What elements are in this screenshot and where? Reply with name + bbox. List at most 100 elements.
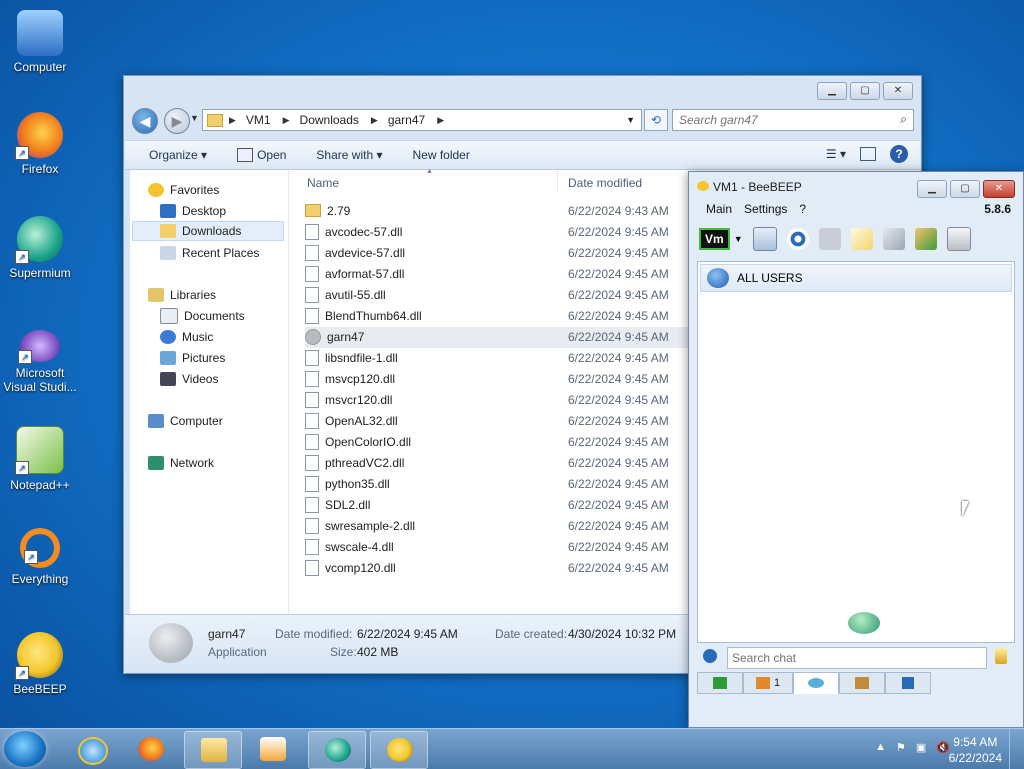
desktop-icon-supermium[interactable]: ↗ Supermium [2, 216, 78, 280]
tab-groups[interactable] [839, 672, 885, 694]
minimize-button[interactable]: ▁ [817, 82, 847, 100]
show-desktop-button[interactable] [1009, 729, 1024, 769]
clear-search-icon[interactable] [995, 648, 1007, 664]
open-button[interactable]: Open [237, 148, 286, 163]
view-options-icon[interactable]: ☰ ▾ [826, 147, 846, 161]
tools-icon[interactable] [882, 228, 905, 250]
menu-help[interactable]: ? [799, 202, 806, 216]
taskbar-media-player[interactable] [244, 731, 300, 767]
edit-note-icon[interactable] [850, 228, 873, 250]
breadcrumb-garn47[interactable]: garn47 [388, 113, 425, 127]
file-row[interactable]: OpenColorIO.dll 6/22/2024 9:45 AM [305, 432, 715, 453]
column-header-name[interactable]: Name [307, 176, 339, 190]
file-row[interactable]: msvcp120.dll 6/22/2024 9:45 AM [305, 369, 715, 390]
file-row-selected[interactable]: garn47 6/22/2024 9:45 AM [305, 327, 715, 348]
address-bar[interactable]: ▶ VM1 ▶ Downloads ▶ garn47 ▶ ▼ [202, 109, 642, 131]
column-divider[interactable] [557, 170, 558, 192]
desktop-icon-everything[interactable]: ↗ Everything [2, 528, 78, 586]
file-row[interactable]: SDL2.dll 6/22/2024 9:45 AM [305, 495, 715, 516]
tab-chats[interactable] [793, 672, 839, 694]
breadcrumb-vm1[interactable]: VM1 [246, 113, 271, 127]
organize-button[interactable]: Organize ▾ [149, 148, 207, 162]
tab-files[interactable] [885, 672, 931, 694]
maximize-button[interactable]: ▢ [850, 82, 880, 100]
file-row[interactable]: BlendThumb64.dll 6/22/2024 9:45 AM [305, 306, 715, 327]
nav-recent-places[interactable]: Recent Places [160, 243, 259, 263]
nav-music[interactable]: Music [160, 327, 213, 347]
breadcrumb-separator-icon[interactable]: ▶ [283, 115, 290, 126]
menu-settings[interactable]: Settings [744, 202, 787, 216]
close-button[interactable]: ✕ [883, 82, 913, 100]
tab-users[interactable]: 1 [743, 672, 793, 694]
back-button[interactable]: ◀ [132, 108, 158, 134]
breadcrumb-downloads[interactable]: Downloads [300, 113, 359, 127]
preview-pane-icon[interactable] [860, 147, 876, 161]
file-row[interactable]: vcomp120.dll 6/22/2024 9:45 AM [305, 558, 715, 579]
breadcrumb-separator-icon[interactable]: ▶ [229, 115, 236, 126]
tab-home[interactable] [697, 672, 743, 694]
nav-documents[interactable]: Documents [160, 306, 245, 326]
help-icon[interactable]: ? [890, 145, 908, 163]
taskbar-firefox[interactable] [122, 731, 178, 767]
taskbar-internet-explorer[interactable] [62, 731, 118, 767]
search-settings-icon[interactable] [703, 649, 717, 663]
list-item-all-users[interactable]: ALL USERS [700, 264, 1012, 292]
file-row[interactable]: 2.79 6/22/2024 9:43 AM [305, 201, 715, 222]
trash-icon[interactable] [946, 227, 971, 251]
taskbar-beebeep[interactable] [370, 731, 428, 769]
file-row[interactable]: avcodec-57.dll 6/22/2024 9:45 AM [305, 222, 715, 243]
file-row[interactable]: libsndfile-1.dll 6/22/2024 9:45 AM [305, 348, 715, 369]
desktop-icon-beebeep[interactable]: ↗ BeeBEEP [2, 632, 78, 696]
nav-computer[interactable]: Computer [148, 411, 223, 431]
recent-pages-dropdown[interactable]: ▼ [190, 113, 199, 123]
profile-icon[interactable] [752, 227, 777, 251]
network-icon[interactable]: ▣ [916, 741, 926, 754]
menu-main[interactable]: Main [706, 202, 732, 216]
new-folder-button[interactable]: New folder [412, 148, 469, 162]
share-with-button[interactable]: Share with ▾ [316, 148, 382, 162]
taskbar-supermium[interactable] [308, 731, 366, 769]
nav-desktop[interactable]: Desktop [160, 201, 226, 221]
close-button[interactable]: ✕ [983, 180, 1015, 198]
taskbar-explorer[interactable] [184, 731, 242, 769]
action-center-flag-icon[interactable]: ⚑ [896, 741, 906, 754]
maximize-button[interactable]: ▢ [950, 180, 980, 198]
clock[interactable]: 9:54 AM 6/22/2024 [949, 734, 1002, 766]
broadcast-icon[interactable] [786, 228, 809, 250]
nav-libraries[interactable]: Libraries [148, 285, 216, 305]
show-hidden-icons-icon[interactable]: ▲ [875, 741, 886, 754]
file-row[interactable]: avdevice-57.dll 6/22/2024 9:45 AM [305, 243, 715, 264]
file-row[interactable]: swresample-2.dll 6/22/2024 9:45 AM [305, 516, 715, 537]
search-icon[interactable]: ⌕ [900, 112, 907, 127]
nav-videos[interactable]: Videos [160, 369, 218, 389]
nav-network[interactable]: Network [148, 453, 214, 473]
start-button[interactable] [4, 731, 46, 767]
nav-pictures[interactable]: Pictures [160, 348, 225, 368]
desktop-icon-firefox[interactable]: ↗ Firefox [2, 112, 78, 176]
nav-downloads[interactable]: Downloads [132, 221, 284, 241]
address-dropdown-icon[interactable]: ▼ [626, 115, 635, 125]
share-folder-icon[interactable] [818, 228, 841, 250]
desktop-icon-notepadpp[interactable]: ↗ Notepad++ [2, 426, 78, 492]
nav-favorites[interactable]: Favorites [148, 180, 219, 200]
file-row[interactable]: avformat-57.dll 6/22/2024 9:45 AM [305, 264, 715, 285]
file-row[interactable]: OpenAL32.dll 6/22/2024 9:45 AM [305, 411, 715, 432]
refresh-button[interactable]: ⟲ [644, 109, 668, 131]
search-box[interactable]: ⌕ [672, 109, 914, 131]
desktop-icon-computer[interactable]: Computer [2, 10, 78, 74]
file-row[interactable]: msvcr120.dll 6/22/2024 9:45 AM [305, 390, 715, 411]
minimize-button[interactable]: ▁ [917, 180, 947, 198]
file-row[interactable]: pthreadVC2.dll 6/22/2024 9:45 AM [305, 453, 715, 474]
breadcrumb-separator-icon[interactable]: ▶ [437, 115, 444, 126]
file-row[interactable]: swscale-4.dll 6/22/2024 9:45 AM [305, 537, 715, 558]
desktop-icon-visual-studio[interactable]: ↗ Microsoft Visual Studi... [2, 330, 78, 394]
search-chat-input[interactable] [727, 647, 987, 669]
users-upgrade-icon[interactable] [914, 228, 937, 250]
forward-button[interactable]: ▶ [164, 108, 190, 134]
file-row[interactable]: python35.dll 6/22/2024 9:45 AM [305, 474, 715, 495]
column-header-date[interactable]: Date modified [568, 176, 642, 190]
search-input[interactable] [673, 110, 881, 130]
status-dropdown-icon[interactable]: ▼ [734, 234, 743, 244]
file-row[interactable]: avutil-55.dll 6/22/2024 9:45 AM [305, 285, 715, 306]
status-button[interactable]: Vm [699, 228, 730, 250]
